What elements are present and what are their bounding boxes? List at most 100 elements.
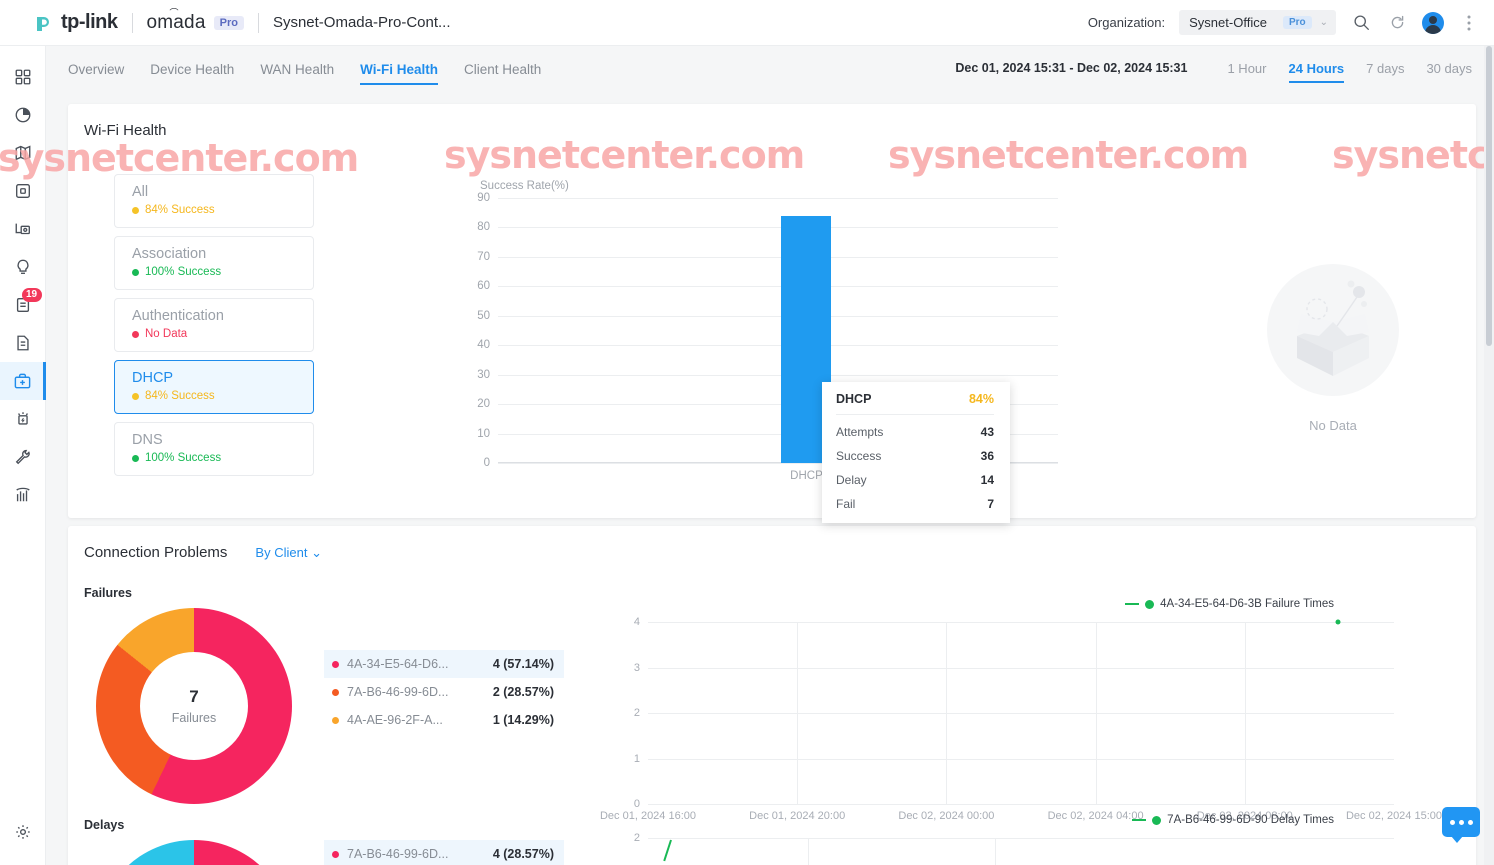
sidebar-item-devices[interactable]	[0, 172, 46, 210]
list-item[interactable]: 4A-34-E5-64-D6... 4 (57.14%)	[324, 650, 564, 678]
chat-widget-button[interactable]	[1442, 807, 1480, 843]
brand-area: tp-link omada ⌒ Pro Sysnet-Omada-Pro-Con…	[0, 8, 451, 36]
refresh-icon[interactable]	[1386, 12, 1408, 34]
legend-line-icon	[1125, 603, 1140, 605]
tooltip-row: Delay 14	[836, 463, 994, 487]
legend-label: 4A-AE-96-2F-A...	[347, 713, 443, 727]
avatar[interactable]	[1422, 11, 1444, 34]
y-axis-tick: 60	[477, 280, 490, 293]
scrollbar-thumb[interactable]	[1486, 46, 1492, 346]
grid-line	[648, 804, 1394, 805]
range-24-hours[interactable]: 24 Hours	[1288, 57, 1344, 83]
delays-legend: 7A-B6-46-99-6D... 4 (28.57%)	[324, 840, 564, 865]
x-axis-tick: DHCP	[790, 470, 823, 482]
line-chart-legend[interactable]: 7A-B6-46-99-6D-90 Delay Times	[1132, 814, 1334, 826]
no-data-text: No Data	[1309, 418, 1357, 433]
legend-value: 4 (28.57%)	[492, 847, 554, 861]
sidebar-item-settings[interactable]	[0, 813, 46, 851]
sidebar-item-alerts[interactable]	[0, 400, 46, 438]
grid-line-vertical	[1095, 622, 1097, 804]
tooltip-header: DHCP 84%	[836, 392, 994, 415]
metric-dns[interactable]: DNS 100% Success	[114, 422, 314, 476]
line-chart-legend[interactable]: 4A-34-E5-64-D6-3B Failure Times	[1125, 598, 1334, 610]
y-axis-tick: 0	[633, 798, 640, 810]
group-by-selector[interactable]: By Client ⌄	[255, 545, 322, 561]
page-scrollbar[interactable]	[1484, 46, 1494, 865]
donut-ring: 7 Failures	[96, 608, 292, 804]
grid-line-vertical	[946, 622, 948, 804]
grid-line	[498, 315, 1058, 317]
chevron-down-icon: ⌄	[1319, 17, 1328, 28]
metric-list: All 84% Success Association 100% Success…	[114, 174, 314, 484]
metric-authentication[interactable]: Authentication No Data	[114, 298, 314, 352]
y-axis-tick: 40	[477, 339, 490, 352]
sidebar-item-logs[interactable]: 19	[0, 286, 46, 324]
sidebar-item-insight[interactable]	[0, 248, 46, 286]
legend-value: 1 (14.29%)	[492, 713, 554, 727]
tooltip-row: Success 36	[836, 439, 994, 463]
grid-line	[648, 758, 1394, 760]
metric-all[interactable]: All 84% Success	[114, 174, 314, 228]
grid-line	[498, 256, 1058, 258]
metric-status: 100% Success	[132, 452, 313, 464]
status-dot	[132, 206, 139, 214]
delay-times-line-chart: 7A-B6-46-99-6D-90 Delay Times 2	[596, 814, 1406, 865]
y-axis-tick: 90	[477, 192, 490, 204]
sidebar-item-clients[interactable]	[0, 210, 46, 248]
y-axis-tick: 3	[633, 661, 640, 674]
tooltip-key: Fail	[836, 497, 856, 511]
metric-dhcp[interactable]: DHCP 84% Success	[114, 360, 314, 414]
product-pro-badge: Pro	[213, 15, 244, 30]
organization-pro-badge: Pro	[1282, 16, 1312, 29]
metric-status: 84% Success	[132, 204, 313, 216]
sidebar-item-health[interactable]	[0, 362, 46, 400]
tooltip-value: 36	[980, 449, 994, 463]
grid-line	[648, 838, 1394, 839]
search-icon[interactable]	[1350, 12, 1372, 34]
divider	[131, 12, 133, 33]
sidebar-item-statistics[interactable]	[0, 96, 46, 134]
legend-label: 4A-34-E5-64-D6-3B Failure Times	[1160, 598, 1334, 610]
data-point[interactable]	[1335, 619, 1341, 625]
grid-line-vertical	[808, 838, 810, 865]
top-bar: tp-link omada ⌒ Pro Sysnet-Omada-Pro-Con…	[0, 0, 1494, 46]
list-item[interactable]: 7A-B6-46-99-6D... 2 (28.57%)	[324, 678, 564, 706]
more-icon[interactable]	[1458, 12, 1480, 34]
y-axis-tick: 20	[477, 398, 490, 411]
organization-selector[interactable]: Sysnet-Office Pro ⌄	[1179, 10, 1336, 35]
tab-device-health[interactable]: Device Health	[150, 52, 234, 85]
metric-status-text: No Data	[145, 328, 188, 340]
metric-status: 100% Success	[132, 266, 313, 278]
metric-status-text: 84% Success	[145, 390, 215, 402]
metric-status-text: 84% Success	[145, 204, 215, 216]
wifi-arc-icon: ⌒	[169, 7, 179, 18]
metric-association[interactable]: Association 100% Success	[114, 236, 314, 290]
controller-name: Sysnet-Omada-Pro-Cont...	[272, 14, 451, 31]
tab-wan-health[interactable]: WAN Health	[260, 52, 334, 85]
legend-value: 2 (28.57%)	[492, 685, 554, 699]
list-item[interactable]: 4A-AE-96-2F-A... 1 (14.29%)	[324, 706, 564, 734]
metric-label: Association	[132, 246, 207, 262]
sidebar-item-tools[interactable]	[0, 438, 46, 476]
grid-line	[498, 286, 1058, 288]
time-range-text: Dec 01, 2024 15:31 - Dec 02, 2024 15:31	[955, 61, 1188, 75]
chart-y-axis-label: Success Rate(%)	[480, 180, 569, 192]
tab-client-health[interactable]: Client Health	[464, 52, 541, 85]
status-dot	[132, 392, 139, 400]
range-1-hour[interactable]: 1 Hour	[1227, 57, 1266, 80]
sidebar-item-report[interactable]	[0, 324, 46, 362]
range-7-days[interactable]: 7 days	[1366, 57, 1404, 80]
sidebar-item-map[interactable]	[0, 134, 46, 172]
failure-times-line-chart: 4A-34-E5-64-D6-3B Failure Times 0 1 2 3 4 Dec…	[596, 598, 1442, 828]
sidebar-item-analytics[interactable]	[0, 476, 46, 514]
sidebar-item-dashboard[interactable]	[0, 58, 46, 96]
tooltip-key: Attempts	[836, 425, 884, 439]
legend-label: 7A-B6-46-99-6D-90 Delay Times	[1167, 814, 1334, 826]
legend-dot-icon	[1152, 815, 1162, 825]
connection-problems-card: Connection Problems By Client ⌄ Failures…	[68, 526, 1476, 865]
tab-wifi-health[interactable]: Wi-Fi Health	[360, 52, 438, 85]
list-item[interactable]: 7A-B6-46-99-6D... 4 (28.57%)	[324, 840, 564, 865]
tab-overview[interactable]: Overview	[68, 52, 124, 85]
organization-value: Sysnet-Office	[1189, 15, 1267, 30]
range-30-days[interactable]: 30 days	[1426, 57, 1472, 80]
